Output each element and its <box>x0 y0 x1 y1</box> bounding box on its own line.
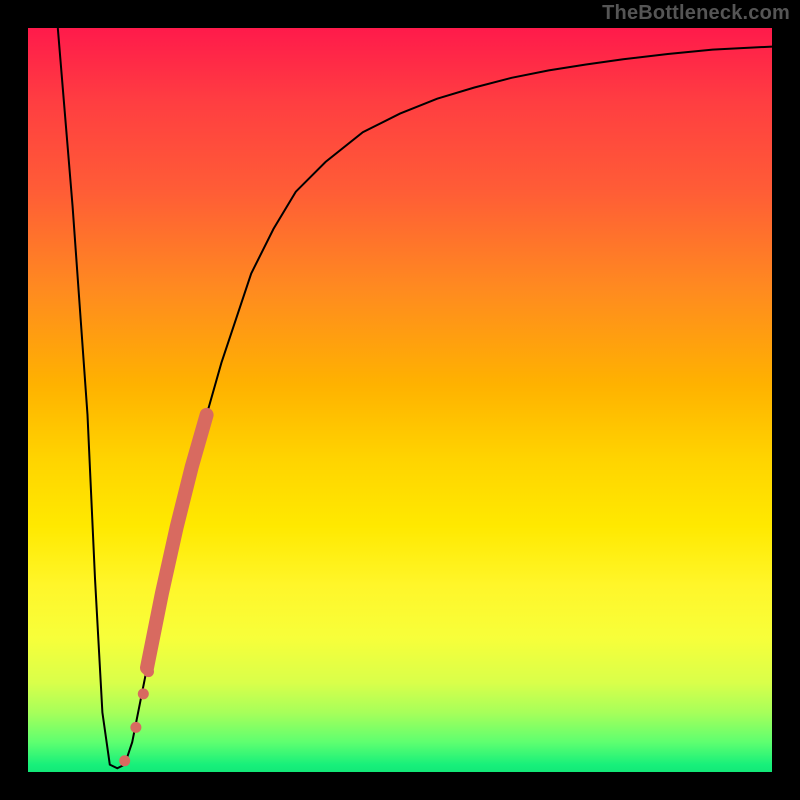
chart-frame: TheBottleneck.com <box>0 0 800 800</box>
marker-dot <box>119 755 130 766</box>
marker-dot <box>138 688 149 699</box>
curve-svg <box>28 28 772 772</box>
plot-area <box>28 28 772 772</box>
highlight-segment <box>147 415 207 668</box>
watermark-text: TheBottleneck.com <box>602 2 790 25</box>
marker-dot <box>143 666 154 677</box>
marker-dot <box>130 722 141 733</box>
bottleneck-curve <box>58 28 772 768</box>
